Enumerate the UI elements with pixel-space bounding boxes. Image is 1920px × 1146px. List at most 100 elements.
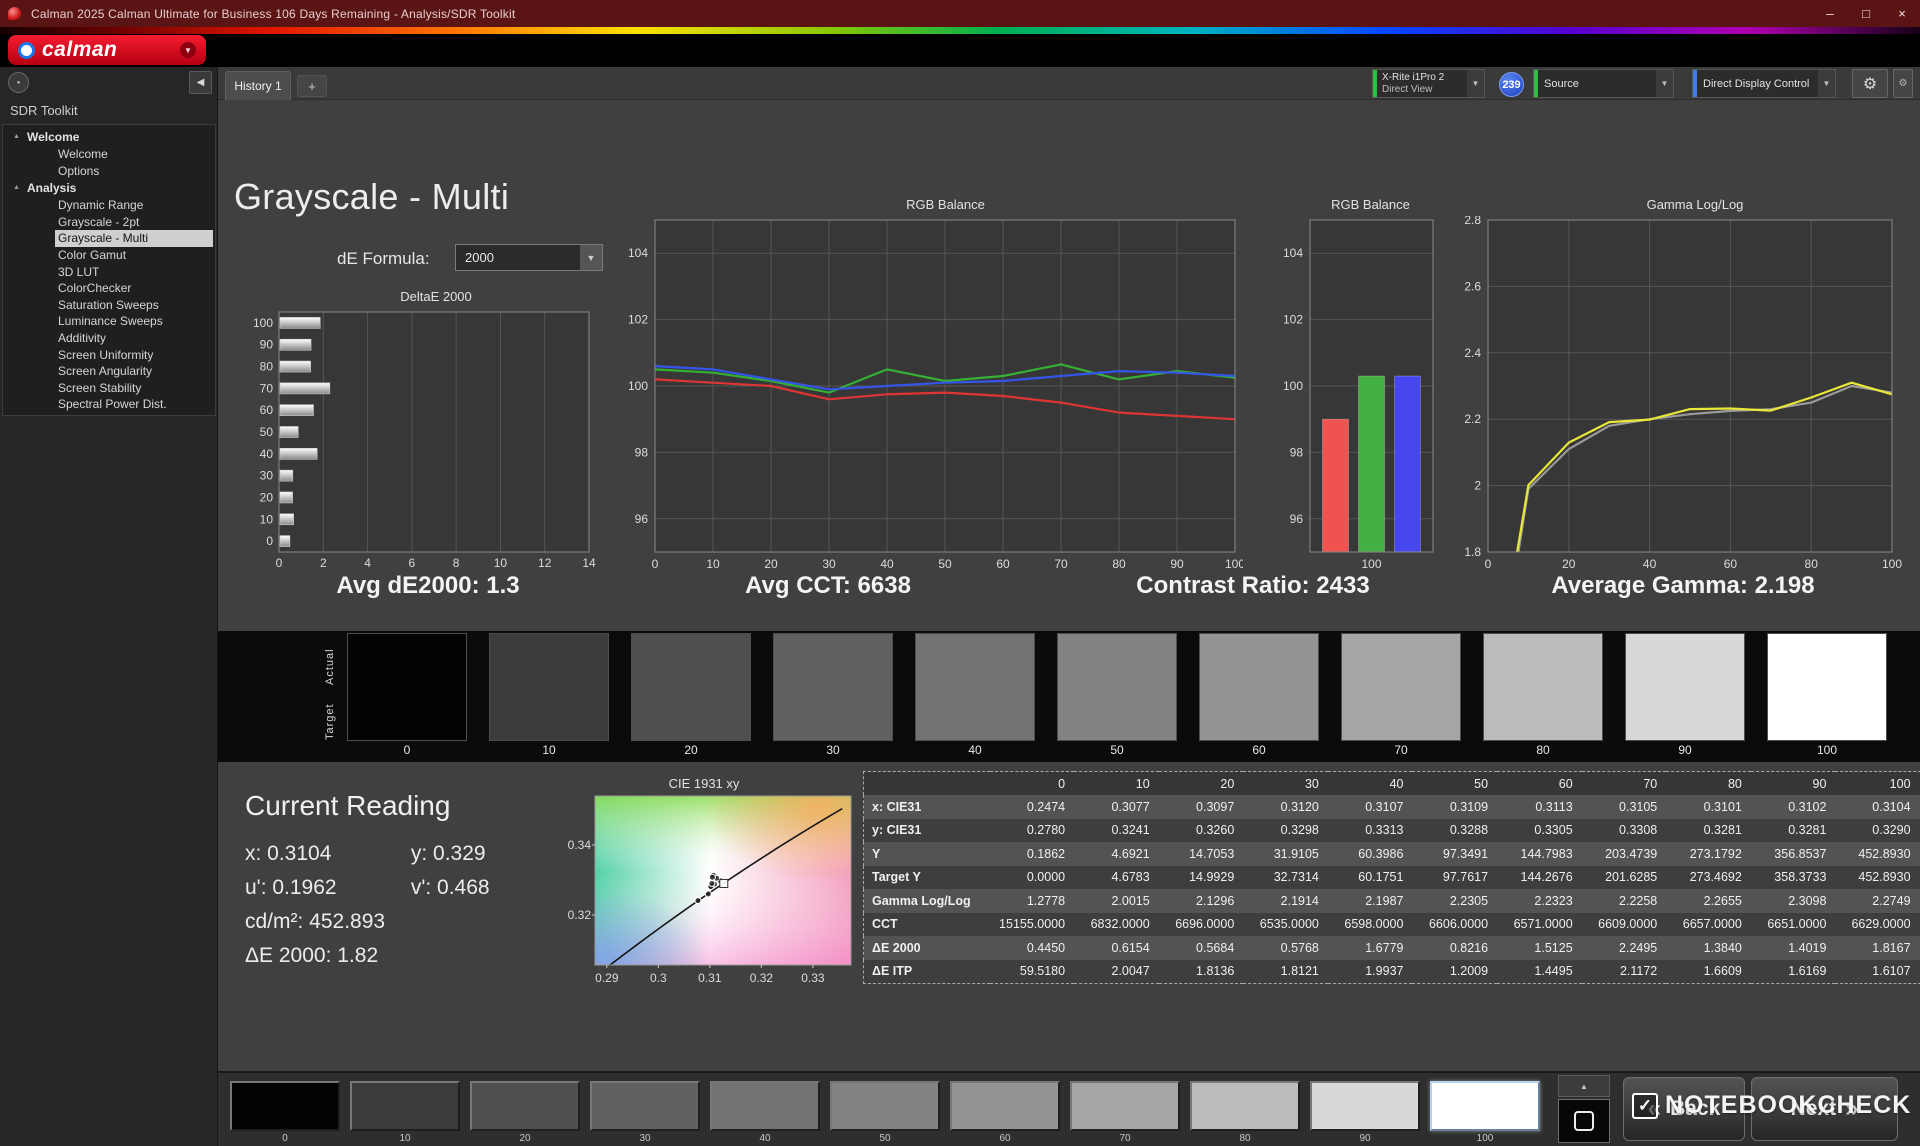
pattern-button-70[interactable] — [1070, 1081, 1180, 1131]
table-row-label: Gamma Log/Log — [864, 889, 990, 913]
sidebar-item-screen-angularity[interactable]: Screen Angularity — [3, 363, 215, 380]
reading-x: x: 0.3104 — [245, 842, 405, 866]
table-cell: 0.3077 — [1074, 795, 1159, 819]
svg-text:6: 6 — [409, 556, 416, 570]
sidebar-section-welcome[interactable]: ▲Welcome — [3, 128, 215, 146]
sidebar-item-options[interactable]: Options — [3, 163, 215, 180]
table-col-header: 50 — [1412, 772, 1497, 796]
pattern-button-40[interactable] — [710, 1081, 820, 1131]
table-cell: 6606.0000 — [1412, 913, 1497, 937]
display-control-dropdown[interactable]: Direct Display Control ▼ — [1692, 69, 1836, 98]
next-button[interactable]: Next » — [1751, 1077, 1898, 1141]
target-axis-label: Target — [324, 693, 338, 751]
svg-text:2: 2 — [320, 556, 327, 570]
rgb-balance-bar-title: RGB Balance — [1268, 196, 1443, 216]
add-tab-button[interactable]: + — [297, 75, 327, 97]
table-cell: 4.6921 — [1074, 842, 1159, 866]
table-col-header: 40 — [1328, 772, 1413, 796]
grayscale-swatch-strip: Actual Target 0102030405060708090100 — [218, 631, 1920, 762]
table-row-label: x: CIE31 — [864, 795, 990, 819]
swatch-label: 20 — [631, 743, 751, 757]
minimize-button[interactable]: – — [1812, 0, 1848, 27]
table-cell: 0.3107 — [1328, 795, 1413, 819]
settings-button[interactable]: ⚙ — [1852, 69, 1888, 98]
table-col-header: 70 — [1582, 772, 1667, 796]
svg-text:104: 104 — [1283, 246, 1303, 260]
pattern-button-90[interactable] — [1310, 1081, 1420, 1131]
svg-text:20: 20 — [764, 557, 778, 571]
reading-y: y: 0.329 — [411, 842, 486, 865]
sidebar-item-color-gamut[interactable]: Color Gamut — [3, 247, 215, 264]
grayscale-swatch-50 — [1057, 633, 1177, 741]
sidebar-item-3d-lut[interactable]: 3D LUT — [3, 264, 215, 281]
sidebar-item-grayscale-multi[interactable]: Grayscale - Multi — [55, 230, 213, 247]
table-cell: 144.2676 — [1497, 866, 1582, 890]
pattern-button-10[interactable] — [350, 1081, 460, 1131]
results-table: 0102030405060708090100x: CIE310.24740.30… — [863, 771, 1920, 984]
sidebar-item-screen-uniformity[interactable]: Screen Uniformity — [3, 347, 215, 364]
pattern-up-button[interactable]: ▲ — [1558, 1075, 1610, 1097]
table-cell: 60.3986 — [1328, 842, 1413, 866]
svg-text:0: 0 — [266, 534, 273, 548]
settings-secondary-button[interactable]: ⚙ — [1893, 69, 1913, 98]
pattern-button-label: 100 — [1430, 1133, 1540, 1144]
meter-dropdown[interactable]: X-Rite i1Pro 2 Direct View ▼ — [1372, 69, 1485, 98]
maximize-button[interactable]: □ — [1848, 0, 1884, 27]
calman-logo-menu[interactable]: calman ▼ — [8, 35, 206, 65]
table-cell: 32.7314 — [1243, 866, 1328, 890]
chevron-down-icon[interactable]: ▼ — [180, 42, 196, 58]
pattern-button-50[interactable] — [830, 1081, 940, 1131]
sidebar-section-analysis[interactable]: ▲Analysis — [3, 179, 215, 197]
sidebar-item-grayscale-2pt[interactable]: Grayscale - 2pt — [3, 214, 215, 231]
sidebar-item-additivity[interactable]: Additivity — [3, 330, 215, 347]
meter-count-badge[interactable]: 239 — [1499, 72, 1524, 97]
table-cell: 144.7983 — [1497, 842, 1582, 866]
table-col-header: 30 — [1243, 772, 1328, 796]
sidebar-item-screen-stability[interactable]: Screen Stability — [3, 380, 215, 397]
back-button[interactable]: « Back — [1623, 1077, 1745, 1141]
table-cell: 358.3733 — [1751, 866, 1836, 890]
source-dropdown[interactable]: Source ▼ — [1533, 69, 1674, 98]
table-col-header: 20 — [1159, 772, 1244, 796]
sidebar-item-dynamic-range[interactable]: Dynamic Range — [3, 197, 215, 214]
swatch-label: 90 — [1625, 743, 1745, 757]
sidebar-item-saturation-sweeps[interactable]: Saturation Sweeps — [3, 297, 215, 314]
table-cell: 6651.0000 — [1751, 913, 1836, 937]
pattern-button-0[interactable] — [230, 1081, 340, 1131]
svg-text:30: 30 — [822, 557, 836, 571]
pattern-button-100[interactable] — [1430, 1081, 1540, 1131]
sidebar-item-luminance-sweeps[interactable]: Luminance Sweeps — [3, 313, 215, 330]
table-cell: 0.6154 — [1074, 936, 1159, 960]
table-cell: 0.3298 — [1243, 819, 1328, 843]
pattern-button-30[interactable] — [590, 1081, 700, 1131]
sidebar-item-welcome[interactable]: Welcome — [3, 146, 215, 163]
svg-text:40: 40 — [1643, 557, 1657, 571]
pattern-button-80[interactable] — [1190, 1081, 1300, 1131]
tab-history-1[interactable]: History 1 — [225, 71, 291, 100]
table-row: x: CIE310.24740.30770.30970.31200.31070.… — [864, 795, 1920, 819]
pattern-button-60[interactable] — [950, 1081, 1060, 1131]
sidebar-item-spectral-power-dist-[interactable]: Spectral Power Dist. — [3, 396, 215, 413]
sidebar-options-button[interactable]: ● — [8, 72, 29, 93]
table-row-label: CCT — [864, 913, 990, 937]
de-formula-select[interactable]: 2000 ▼ — [455, 244, 603, 271]
table-cell: 0.3120 — [1243, 795, 1328, 819]
pattern-button-20[interactable] — [470, 1081, 580, 1131]
table-cell: 273.4692 — [1666, 866, 1751, 890]
close-button[interactable]: × — [1884, 0, 1920, 27]
table-cell: 97.7617 — [1412, 866, 1497, 890]
table-cell: 0.3313 — [1328, 819, 1413, 843]
svg-text:0.31: 0.31 — [698, 971, 722, 985]
gamma-chart-title: Gamma Log/Log — [1450, 196, 1910, 216]
sidebar-item-colorchecker[interactable]: ColorChecker — [3, 280, 215, 297]
pattern-window-button[interactable] — [1558, 1099, 1610, 1143]
table-cell: 0.3105 — [1582, 795, 1667, 819]
logo-band: calman ▼ — [0, 27, 1920, 67]
sidebar-collapse-button[interactable]: ◀ — [189, 71, 212, 94]
chevron-down-icon: ▼ — [1818, 70, 1835, 97]
table-cell: 201.6285 — [1582, 866, 1667, 890]
table-row: Gamma Log/Log1.27782.00152.12962.19142.1… — [864, 889, 1920, 913]
window-title: Calman 2025 Calman Ultimate for Business… — [31, 7, 515, 21]
pattern-button-label: 40 — [710, 1133, 820, 1144]
table-cell: 1.6169 — [1751, 960, 1836, 984]
